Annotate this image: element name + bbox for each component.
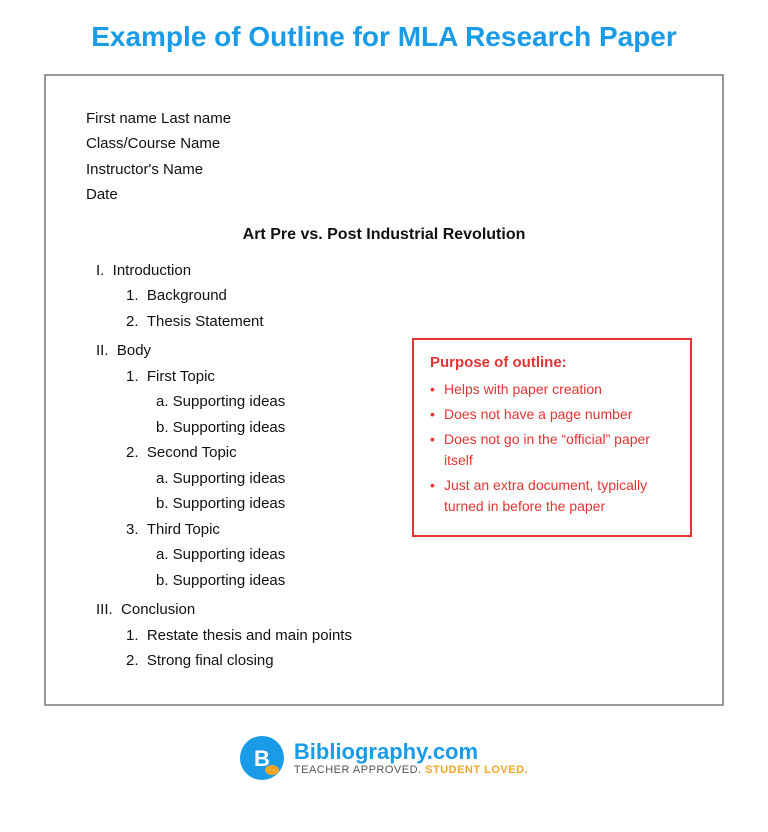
footer-text: Bibliography.com TEACHER APPROVED. STUDE… xyxy=(294,740,528,776)
footer: B Bibliography.com TEACHER APPROVED. STU… xyxy=(240,736,528,780)
footer-brand: Bibliography.com xyxy=(294,740,528,764)
tagline-part2: STUDENT LOVED. xyxy=(425,764,528,776)
purpose-item-2: Does not have a page number xyxy=(430,404,674,425)
section-1: I. Introduction xyxy=(96,258,682,284)
header-line4: Date xyxy=(86,182,682,208)
section-1-label: I. xyxy=(96,262,113,279)
footer-tagline: TEACHER APPROVED. STUDENT LOVED. xyxy=(294,764,528,776)
header-line2: Class/Course Name xyxy=(86,131,682,157)
section-2-label: II. xyxy=(96,342,117,359)
header-line3: Instructor's Name xyxy=(86,157,682,183)
section-3-name: Conclusion xyxy=(121,601,195,618)
tagline-part1: TEACHER APPROVED. xyxy=(294,764,425,776)
purpose-item-4: Just an extra document, typically turned… xyxy=(430,475,674,517)
section-3-item-2: 2. Strong final closing xyxy=(126,648,682,674)
bibliography-logo: B xyxy=(240,736,284,780)
header-line1: First name Last name xyxy=(86,106,682,132)
purpose-item-3: Does not go in the “official” paper itse… xyxy=(430,429,674,471)
section-1-item-1: 1. Background xyxy=(126,283,682,309)
topic-3-sub-b: b. Supporting ideas xyxy=(156,568,682,594)
section-2-name: Body xyxy=(117,342,151,359)
paper-container: First name Last name Class/Course Name I… xyxy=(44,74,724,706)
paper-title-text: Art Pre vs. Post Industrial Revolution xyxy=(86,226,682,244)
page-title: Example of Outline for MLA Research Pape… xyxy=(91,20,677,54)
paper-header: First name Last name Class/Course Name I… xyxy=(86,106,682,208)
topic-3-sub-a: a. Supporting ideas xyxy=(156,542,682,568)
section-3-label: III. xyxy=(96,601,121,618)
section-1-name: Introduction xyxy=(113,262,191,279)
section-3-item-1: 1. Restate thesis and main points xyxy=(126,623,682,649)
purpose-box: Purpose of outline: Helps with paper cre… xyxy=(412,338,692,537)
purpose-item-1: Helps with paper creation xyxy=(430,379,674,400)
outline-section: I. Introduction 1. Background 2. Thesis … xyxy=(86,258,682,674)
purpose-box-title: Purpose of outline: xyxy=(430,354,674,371)
purpose-box-list: Helps with paper creation Does not have … xyxy=(430,379,674,517)
section-1-item-2: 2. Thesis Statement xyxy=(126,309,682,335)
section-3: III. Conclusion xyxy=(96,597,682,623)
